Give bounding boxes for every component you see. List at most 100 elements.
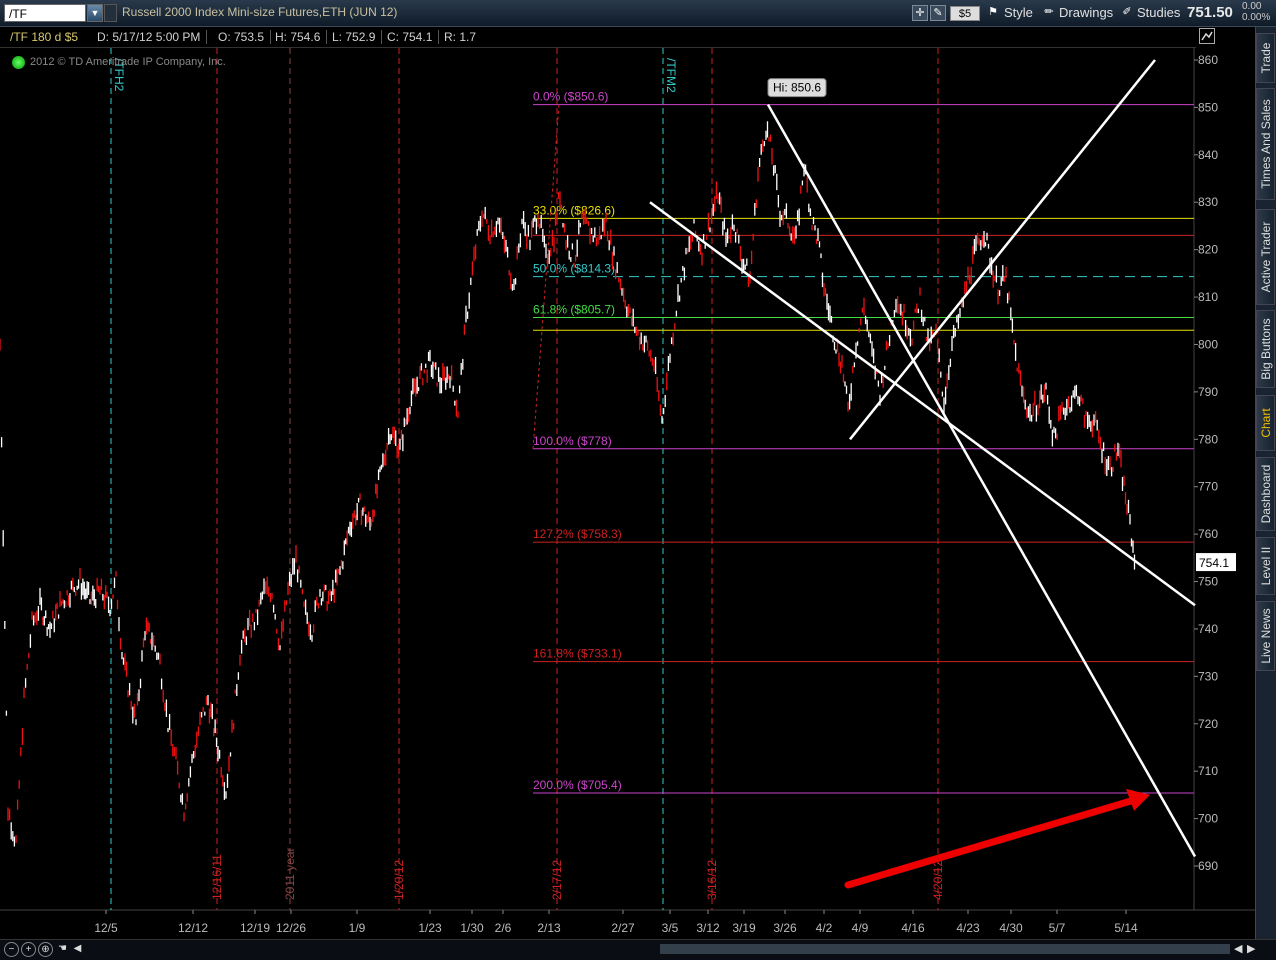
- price-axis-label: 750: [1198, 575, 1218, 589]
- price-axis-label: 700: [1198, 812, 1218, 826]
- side-tab-label: Trade: [1258, 42, 1273, 74]
- vertical-marker-label: 12/16/11: [210, 854, 224, 900]
- price-axis-label: 690: [1198, 859, 1218, 873]
- info-low: L: 752.9: [332, 30, 383, 44]
- price-axis-label: 820: [1198, 243, 1218, 257]
- side-tab-label: Level II: [1258, 546, 1273, 586]
- side-tab-live-news[interactable]: Live News: [1256, 601, 1275, 671]
- info-open: O: 753.5: [218, 30, 272, 44]
- date-axis-label: 1/30: [460, 921, 484, 935]
- date-axis-label: 3/12: [696, 921, 720, 935]
- vertical-marker-label: 2/17/12: [550, 860, 564, 900]
- symbol-input[interactable]: /TF: [4, 4, 86, 22]
- net-change-value: 0.00: [1242, 1, 1262, 12]
- price-axis-label: 860: [1198, 53, 1218, 67]
- side-tab-label: Big Buttons: [1258, 318, 1273, 380]
- fib-level-label: 0.0% ($850.6): [533, 90, 608, 104]
- pencil-icon[interactable]: ✏: [1041, 5, 1057, 21]
- zoom-out-icon[interactable]: −: [4, 942, 19, 957]
- side-tab-big-buttons[interactable]: Big Buttons: [1256, 310, 1275, 388]
- vertical-marker-label: 3/16/12: [705, 860, 719, 900]
- quote-info-bar: /TF 180 d $5 D: 5/17/12 5:00 PM O: 753.5…: [0, 27, 1196, 48]
- price-axis-label: 710: [1198, 764, 1218, 778]
- side-tab-times-and-sales[interactable]: Times And Sales: [1256, 88, 1275, 200]
- price-axis-label: 730: [1198, 669, 1218, 683]
- date-axis-label: 4/9: [852, 921, 869, 935]
- date-axis-label: 1/9: [349, 921, 366, 935]
- scroll-left-icon[interactable]: ◀: [70, 942, 85, 957]
- chart-background: [0, 48, 1255, 939]
- date-axis-label: 12/26: [276, 921, 306, 935]
- net-change: 0.00 0.00%: [1242, 1, 1270, 23]
- fib-level-label: 161.8% ($733.1): [533, 647, 622, 661]
- date-axis-label: 4/16: [901, 921, 925, 935]
- price-axis-label: 850: [1198, 100, 1218, 114]
- vertical-marker-label: /TFM2: [664, 58, 678, 93]
- info-range: R: 1.7: [444, 30, 477, 44]
- price-axis-label: 830: [1198, 195, 1218, 209]
- date-axis-label: 2/13: [537, 921, 561, 935]
- date-axis-label: 3/26: [773, 921, 797, 935]
- zoom-in-icon[interactable]: +: [21, 942, 36, 957]
- price-axis-label: 740: [1198, 622, 1218, 636]
- wrench-icon[interactable]: ✎: [930, 5, 946, 21]
- copyright-text: 2012 © TD Ameritrade IP Company, Inc.: [30, 56, 226, 68]
- style-icon[interactable]: ⚑: [985, 5, 1001, 21]
- side-tab-chart[interactable]: Chart: [1256, 395, 1275, 451]
- date-axis-label: 4/23: [956, 921, 980, 935]
- price-axis-label: 800: [1198, 337, 1218, 351]
- scroll-right-end-icon[interactable]: ▶: [1247, 942, 1255, 955]
- last-price: 751.50: [1187, 4, 1233, 21]
- info-symbol[interactable]: /TF 180 d $5: [10, 30, 78, 44]
- pan-hand-icon[interactable]: ☚: [55, 942, 70, 957]
- horizontal-scrollbar[interactable]: [660, 944, 1230, 954]
- drawings-menu[interactable]: Drawings: [1059, 5, 1113, 20]
- date-axis-label: 5/7: [1049, 921, 1066, 935]
- price-axis-label: 760: [1198, 527, 1218, 541]
- date-axis-label: 3/19: [732, 921, 756, 935]
- fib-level-label: 33.0% ($826.6): [533, 203, 615, 217]
- date-axis-label: 12/5: [94, 921, 118, 935]
- price-axis-label: 720: [1198, 717, 1218, 731]
- crosshair-icon[interactable]: ✛: [912, 5, 928, 21]
- high-label-text: Hi: 850.6: [773, 81, 821, 95]
- vertical-marker-label: 2011 year: [283, 848, 297, 900]
- chart-settings-icon[interactable]: [1199, 28, 1215, 44]
- dollar-button[interactable]: $5: [950, 6, 980, 21]
- info-close: C: 754.1: [387, 30, 440, 44]
- fib-level-label: 100.0% ($778): [533, 434, 612, 448]
- net-change-percent: 0.00%: [1242, 12, 1271, 23]
- date-axis-label: 3/5: [662, 921, 679, 935]
- date-axis-label: 12/12: [178, 921, 208, 935]
- platform-window: /TF ▼ Russell 2000 Index Mini-size Futur…: [0, 0, 1276, 960]
- price-axis-label: 770: [1198, 480, 1218, 494]
- side-tab-dashboard[interactable]: Dashboard: [1256, 457, 1275, 531]
- symbol-dropdown-button[interactable]: ▼: [87, 4, 103, 22]
- side-tab-label: Active Trader: [1258, 221, 1273, 293]
- vertical-marker-label: 1/20/12: [392, 860, 406, 900]
- fib-level-label: 61.8% ($805.7): [533, 302, 615, 316]
- side-tab-level-ii[interactable]: Level II: [1256, 537, 1275, 595]
- side-tab-label: Dashboard: [1258, 464, 1273, 524]
- zoom-fit-icon[interactable]: ⊕: [38, 942, 53, 957]
- scroll-left-end-icon[interactable]: ◀: [1234, 942, 1242, 955]
- side-tab-active-trader[interactable]: Active Trader: [1256, 209, 1275, 305]
- date-axis-label: 2/27: [611, 921, 635, 935]
- chart-title: Russell 2000 Index Mini-size Futures,ETH…: [122, 5, 398, 19]
- price-chart[interactable]: /TFH212/16/11 2011 year 1/20/12 2/17/12/TFM…: [0, 48, 1255, 939]
- studies-icon[interactable]: ✐: [1119, 5, 1135, 21]
- style-menu[interactable]: Style: [1004, 5, 1033, 20]
- symbol-link-button[interactable]: [104, 4, 117, 22]
- top-toolbar: /TF ▼ Russell 2000 Index Mini-size Futur…: [0, 0, 1276, 27]
- price-axis-label: 780: [1198, 432, 1218, 446]
- date-axis-label: 4/30: [999, 921, 1023, 935]
- current-price-label: 754.1: [1199, 556, 1229, 570]
- fib-level-label: 200.0% ($705.4): [533, 778, 622, 792]
- side-tab-trade[interactable]: Trade: [1256, 33, 1275, 83]
- date-axis-label: 4/2: [816, 921, 833, 935]
- date-axis-label: 5/14: [1114, 921, 1138, 935]
- status-icon: [12, 56, 25, 69]
- studies-menu[interactable]: Studies: [1137, 5, 1180, 20]
- price-axis-label: 840: [1198, 148, 1218, 162]
- price-axis-label: 790: [1198, 385, 1218, 399]
